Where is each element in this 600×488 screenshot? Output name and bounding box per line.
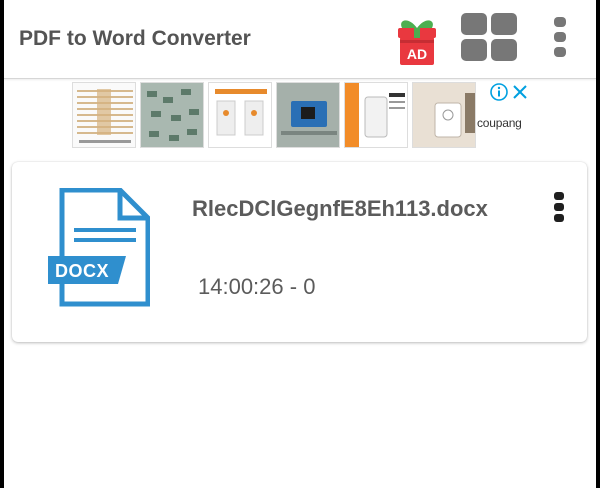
app-bar: PDF to Word Converter AD [4,0,596,79]
board-product-image [277,83,339,147]
adapter-product-image [413,83,475,147]
ad-thumbnail[interactable] [72,82,136,148]
plug-product-image [345,83,405,147]
overflow-menu-button[interactable] [552,17,568,59]
file-name: RlecDClGegnfE8Eh113.docx [192,196,488,221]
screen: PDF to Word Converter AD coupang DOCX Rl… [4,0,596,488]
file-list-item[interactable]: DOCX RlecDClGegnfE8Eh113.docx 14:00:26 -… [12,162,587,342]
device-product-image [215,89,267,136]
app-title: PDF to Word Converter [19,27,251,50]
grid-view-button[interactable] [459,13,519,63]
ad-banner[interactable]: coupang [72,82,532,150]
more-vert-icon [554,17,566,57]
file-type-icon: DOCX [46,187,151,308]
file-options-button[interactable] [552,192,566,224]
grid-view-icon [461,13,517,61]
ad-thumbnail[interactable] [412,82,476,148]
info-icon[interactable] [490,83,508,101]
file-timestamp: 14:00:26 - 0 [198,274,316,299]
file-type-label: DOCX [55,261,110,281]
ad-thumbnail[interactable] [344,82,408,148]
ad-badge-label: AD [406,46,428,62]
ad-thumbnail[interactable] [276,82,340,148]
ad-thumbnail[interactable] [208,82,272,148]
more-vert-icon [554,192,564,222]
ad-thumbnail[interactable] [140,82,204,148]
ad-info-controls [490,82,530,102]
ad-gift-button[interactable]: AD [390,14,444,70]
ad-brand-label: coupang [477,116,522,130]
components-product-image [141,83,203,147]
resistor-product-image [77,89,133,143]
docx-file-icon [48,187,151,307]
close-icon[interactable] [512,84,528,100]
